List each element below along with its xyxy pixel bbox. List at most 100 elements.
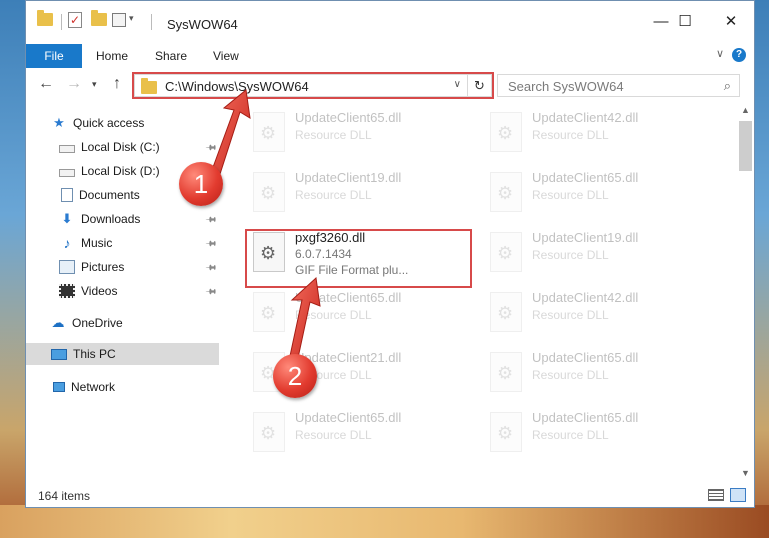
pin-icon: 🖈: [203, 260, 219, 275]
file-item[interactable]: UpdateClient65.dll Resource DLL: [482, 166, 702, 218]
file-type: Resource DLL: [532, 128, 609, 142]
quick-access-toolbar: [37, 10, 53, 26]
file-type: Resource DLL: [295, 308, 372, 322]
item-count: 164 items: [38, 489, 91, 503]
file-highlight-box: [245, 229, 472, 288]
dll-file-icon: [490, 412, 522, 452]
file-type: Resource DLL: [532, 188, 609, 202]
file-type: Resource DLL: [532, 248, 609, 262]
sidebar-item-label: Music: [81, 236, 113, 250]
recent-locations-dropdown[interactable]: ▾: [92, 79, 97, 90]
file-type: Resource DLL: [295, 428, 372, 442]
navigation-pane: ★ Quick access Local Disk (C:) 🖈 Local D…: [26, 102, 219, 482]
close-button[interactable]: ✕: [708, 11, 754, 33]
folder-icon[interactable]: [37, 10, 53, 26]
file-type: Resource DLL: [295, 188, 372, 202]
file-item[interactable]: UpdateClient19.dll Resource DLL: [482, 226, 702, 278]
tab-view[interactable]: View: [213, 44, 239, 68]
scroll-down-arrow-icon[interactable]: ▼: [737, 465, 754, 482]
music-icon: ♪: [63, 235, 71, 251]
file-item[interactable]: UpdateClient19.dll Resource DLL: [245, 166, 465, 218]
forward-button[interactable]: →: [66, 75, 82, 93]
pin-icon: 🖈: [203, 236, 219, 251]
sidebar-item-quick-access[interactable]: ★ Quick access: [26, 112, 219, 134]
customize-toolbar-dropdown[interactable]: ▾: [129, 13, 134, 24]
tab-share[interactable]: Share: [155, 44, 187, 68]
sidebar-item-label: Local Disk (D:): [81, 164, 160, 178]
vertical-scrollbar[interactable]: ▲ ▼: [737, 102, 754, 482]
dll-file-icon: [253, 292, 285, 332]
pin-icon: 🖈: [203, 212, 219, 227]
drive-icon: [59, 144, 75, 153]
dll-file-icon: [490, 292, 522, 332]
desktop-wallpaper: [0, 505, 769, 538]
file-item[interactable]: UpdateClient65.dll Resource DLL: [482, 346, 702, 398]
dll-file-icon: [490, 232, 522, 272]
file-item[interactable]: UpdateClient65.dll Resource DLL: [245, 406, 465, 458]
scroll-thumb[interactable]: [739, 121, 752, 171]
videos-icon: [59, 284, 75, 298]
sidebar-item-label: Downloads: [81, 212, 141, 226]
file-item[interactable]: UpdateClient42.dll Resource DLL: [482, 106, 702, 158]
toolbar-separator: [61, 14, 62, 30]
search-box[interactable]: Search SysWOW64 ⌕: [497, 74, 740, 97]
sidebar-item-network[interactable]: Network: [26, 376, 219, 398]
file-type: Resource DLL: [295, 128, 372, 142]
file-item[interactable]: UpdateClient42.dll Resource DLL: [482, 286, 702, 338]
scroll-up-arrow-icon[interactable]: ▲: [737, 102, 754, 119]
tab-home[interactable]: Home: [96, 44, 128, 68]
sidebar-item-label: Videos: [81, 284, 118, 298]
back-button[interactable]: ←: [38, 75, 54, 93]
documents-icon: [61, 188, 73, 202]
file-name: UpdateClient65.dll: [532, 170, 639, 185]
properties-check-icon[interactable]: ✓: [68, 12, 82, 28]
new-folder-icon[interactable]: [91, 10, 107, 26]
rename-icon[interactable]: [112, 13, 126, 27]
help-icon[interactable]: ?: [732, 48, 746, 62]
file-type: Resource DLL: [532, 368, 609, 382]
sidebar-item-pictures[interactable]: Pictures 🖈: [26, 256, 219, 278]
file-name: UpdateClient42.dll: [532, 290, 639, 305]
title-bar: ✓ ▾ SysWOW64 — ☐ ✕: [26, 1, 754, 41]
window-title: SysWOW64: [167, 17, 238, 32]
details-view-icon[interactable]: [708, 489, 724, 501]
search-icon[interactable]: ⌕: [724, 78, 731, 94]
pin-icon: 🖈: [203, 284, 219, 299]
downloads-icon: ⬇: [61, 211, 73, 226]
sidebar-item-label: This PC: [73, 347, 116, 361]
sidebar-item-label: Pictures: [81, 260, 125, 274]
up-button[interactable]: ↑: [113, 75, 121, 93]
search-input[interactable]: Search SysWOW64: [508, 79, 624, 94]
navigation-bar: ← → ▾ ↑ C:\Windows\SysWOW64 ∨ ↻ Search S…: [26, 68, 754, 102]
sidebar-item-label: Local Disk (C:): [81, 140, 160, 154]
drive-icon: [59, 168, 75, 177]
dll-file-icon: [490, 352, 522, 392]
dll-file-icon: [253, 112, 285, 152]
large-icons-view-icon[interactable]: [730, 488, 746, 502]
sidebar-item-local-disk-c[interactable]: Local Disk (C:) 🖈: [26, 136, 219, 158]
file-item[interactable]: UpdateClient65.dll Resource DLL: [245, 286, 465, 338]
sidebar-item-music[interactable]: ♪ Music 🖈: [26, 232, 219, 254]
dll-file-icon: [490, 112, 522, 152]
onedrive-icon: ☁: [51, 315, 65, 330]
file-name: UpdateClient65.dll: [532, 410, 639, 425]
sidebar-item-onedrive[interactable]: ☁ OneDrive: [26, 312, 219, 334]
file-item[interactable]: UpdateClient65.dll Resource DLL: [245, 106, 465, 158]
file-list: UpdateClient65.dll Resource DLL UpdateCl…: [219, 102, 736, 482]
pin-icon: 🖈: [203, 140, 219, 155]
tab-file[interactable]: File: [26, 44, 82, 68]
sidebar-item-videos[interactable]: Videos 🖈: [26, 280, 219, 302]
dll-file-icon: [253, 412, 285, 452]
status-bar: 164 items: [26, 483, 754, 507]
maximize-button[interactable]: ☐: [662, 11, 708, 33]
ribbon-expand-chevron-icon[interactable]: ∨: [716, 47, 724, 60]
toolbar-separator: [151, 14, 152, 30]
file-item[interactable]: UpdateClient65.dll Resource DLL: [482, 406, 702, 458]
sidebar-item-this-pc[interactable]: This PC: [26, 343, 219, 365]
file-name: UpdateClient65.dll: [295, 410, 402, 425]
file-name: UpdateClient19.dll: [532, 230, 639, 245]
step-1-marker: 1: [179, 162, 223, 206]
sidebar-item-downloads[interactable]: ⬇ Downloads 🖈: [26, 208, 219, 230]
file-name: UpdateClient65.dll: [295, 290, 402, 305]
file-name: UpdateClient19.dll: [295, 170, 402, 185]
